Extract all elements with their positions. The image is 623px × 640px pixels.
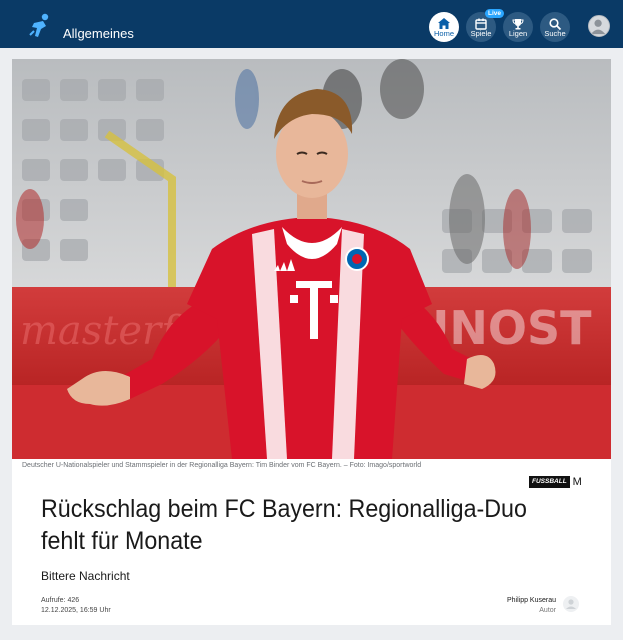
article-meta: Aufrufe: 426 12.12.2025, 16:59 Uhr [41, 596, 111, 616]
live-badge: Live [485, 9, 505, 18]
nav-games-label: Spiele [470, 29, 492, 38]
nav-search-label: Suche [544, 29, 566, 38]
publish-date: 12.12.2025, 16:59 Uhr [41, 607, 111, 614]
profile-avatar[interactable] [588, 15, 610, 37]
author-info[interactable]: Philipp Kuserau Autor [507, 596, 556, 616]
author-avatar[interactable] [563, 596, 579, 612]
publisher-logo-mark: M [572, 476, 582, 488]
top-bar: Allgemeines Home Spiele Live Ligen Suche [0, 0, 623, 48]
section-title[interactable]: Allgemeines [63, 26, 134, 41]
image-caption: Deutscher U-Nationalspieler und Stammspi… [22, 462, 422, 469]
nav-leagues-button[interactable]: Ligen [503, 12, 533, 42]
article-card: masterfa UNOST Deutscher U-Nationalspiel… [12, 59, 611, 625]
user-icon [590, 19, 606, 35]
author-role: Autor [539, 607, 556, 614]
user-icon [566, 599, 576, 609]
nav-search-button[interactable]: Suche [540, 12, 570, 42]
author-name[interactable]: Philipp Kuserau [507, 596, 556, 606]
publisher-logo-text: FUSSBALL [529, 476, 570, 488]
article-hero-image[interactable]: masterfa UNOST [12, 59, 611, 459]
player-logo-icon[interactable] [28, 13, 52, 39]
view-count: Aufrufe: 426 [41, 597, 80, 604]
publisher-logo[interactable]: FUSSBALL M [529, 476, 582, 488]
article-headline: Rückschlag beim FC Bayern: Regionalliga-… [41, 495, 527, 555]
article-subheadline: Bittere Nachricht [41, 569, 130, 583]
nav-home-button[interactable]: Home [429, 12, 459, 42]
nav-home-label: Home [433, 29, 454, 38]
nav-leagues-label: Ligen [508, 29, 528, 38]
